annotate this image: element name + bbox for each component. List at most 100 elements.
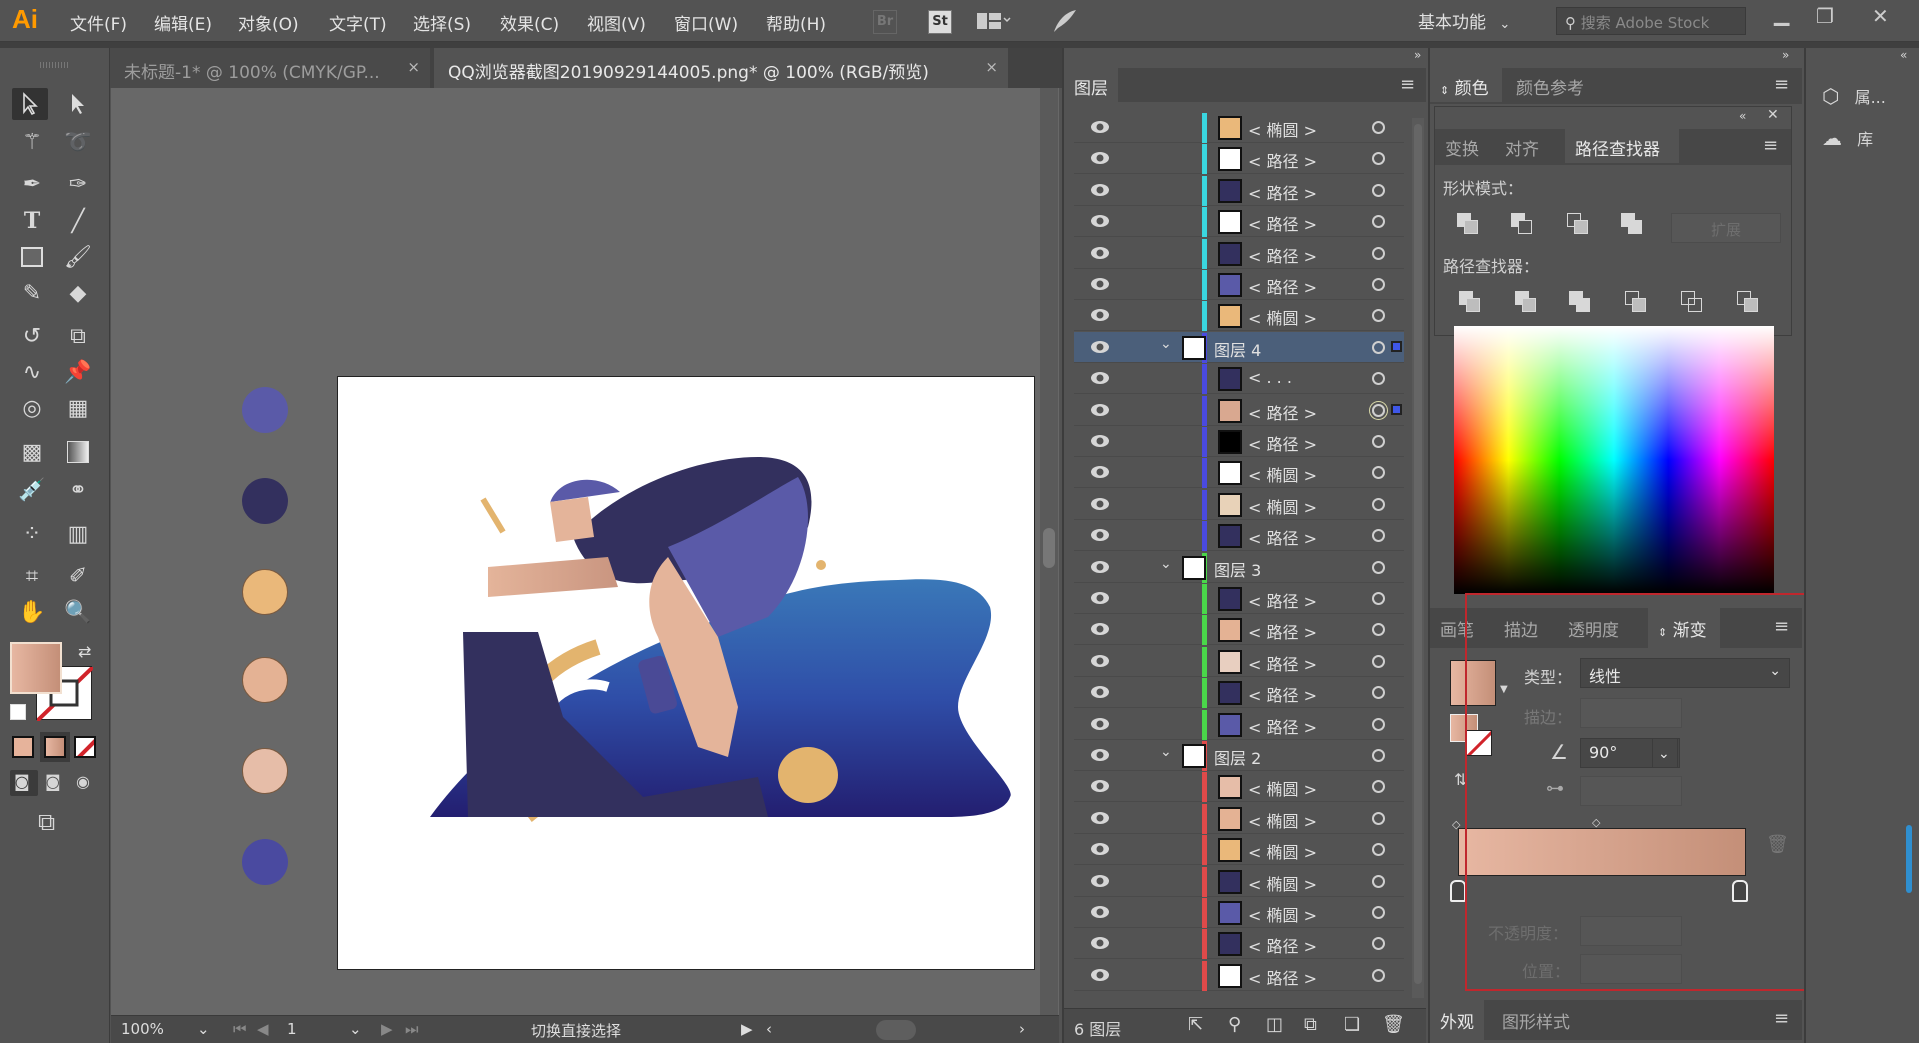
item-name[interactable]: < 椭圆 > [1248, 808, 1317, 832]
mesh-tool-icon[interactable]: ▩ [14, 436, 50, 468]
expand-button[interactable]: 扩展 [1671, 213, 1781, 243]
layer-row[interactable]: ⌄ 图层 2 [1074, 740, 1404, 771]
delete-layer-icon[interactable]: 🗑 [1382, 1014, 1405, 1035]
layer-item-row[interactable]: < 路径 > [1074, 520, 1404, 552]
eyedropper-tool-icon[interactable]: 💉 [14, 474, 50, 506]
target-icon[interactable] [1372, 906, 1385, 919]
item-name[interactable]: < 路径 > [1248, 619, 1317, 643]
target-icon[interactable] [1372, 215, 1385, 229]
swatch-dot[interactable] [242, 748, 288, 794]
layer-item-row[interactable]: < 椭圆 > [1074, 834, 1404, 866]
target-icon[interactable] [1372, 749, 1385, 762]
collapse-panel-icon[interactable]: » [1414, 48, 1421, 62]
visibility-eye-icon[interactable] [1090, 714, 1110, 734]
layer-item-row[interactable]: < 路径 > [1074, 928, 1404, 960]
stock-search-input[interactable]: ⚲ 搜索 Adobe Stock [1556, 7, 1746, 35]
menu-object[interactable]: 对象(O) [238, 10, 299, 35]
menu-help[interactable]: 帮助(H) [766, 10, 826, 35]
visibility-eye-icon[interactable] [1090, 211, 1110, 231]
item-name[interactable]: < 椭圆 > [1248, 462, 1317, 486]
layer-item-row[interactable]: < 椭圆 > [1074, 112, 1404, 143]
item-name[interactable]: < 路径 > [1248, 714, 1317, 738]
screen-mode-icon[interactable]: ⧉ [38, 808, 55, 836]
layer-item-row[interactable]: < 椭圆 > [1074, 897, 1404, 928]
item-name[interactable]: < 椭圆 > [1248, 839, 1317, 863]
menu-select[interactable]: 选择(S) [413, 10, 471, 35]
visibility-eye-icon[interactable] [1090, 368, 1110, 388]
tab-qq-screenshot[interactable]: QQ浏览器截图20190929144005.png* @ 100% (RGB/预… [434, 48, 1008, 88]
make-clipping-mask-icon[interactable]: ◫ [1266, 1014, 1283, 1035]
warp-tool-icon[interactable]: ∿ [14, 356, 50, 388]
status-menu-icon[interactable]: ▶ [741, 1020, 753, 1038]
menu-effect[interactable]: 效果(C) [500, 10, 559, 35]
layer-item-row[interactable]: < 路径 > [1074, 583, 1404, 614]
target-icon[interactable] [1372, 372, 1385, 386]
toolbar-grip[interactable] [40, 62, 70, 68]
dock-item-libraries[interactable]: ☁ 库 [1822, 126, 1914, 156]
draw-inside-icon[interactable]: ◉ [76, 772, 90, 791]
tab-transform[interactable]: 变换 [1435, 129, 1489, 163]
item-name[interactable]: < 路径 > [1248, 180, 1317, 204]
target-icon[interactable] [1372, 780, 1385, 794]
layer-item-row[interactable]: < 路径 > [1074, 395, 1404, 426]
stock-icon[interactable]: St [928, 10, 952, 34]
visibility-eye-icon[interactable] [1090, 462, 1110, 482]
target-icon[interactable] [1372, 592, 1385, 605]
layer-item-row[interactable]: < 椭圆 > [1074, 803, 1404, 834]
fill-swatch[interactable] [10, 642, 62, 694]
target-icon[interactable] [1372, 121, 1385, 134]
scroll-left-icon[interactable]: ‹ [766, 1020, 772, 1038]
item-name[interactable]: < 路径 > [1248, 651, 1317, 675]
layer-item-row[interactable]: < 路径 > [1074, 175, 1404, 206]
visibility-eye-icon[interactable] [1090, 494, 1110, 514]
visibility-eye-icon[interactable] [1090, 337, 1110, 357]
layer-item-row[interactable]: < 路径 > [1074, 269, 1404, 300]
item-name[interactable]: < 椭圆 > [1248, 871, 1317, 895]
lasso-tool-icon[interactable]: ➰ [60, 126, 96, 158]
panel-menu-icon[interactable]: ≡ [1763, 135, 1778, 156]
visibility-eye-icon[interactable] [1090, 148, 1110, 168]
swatch-dot[interactable] [242, 839, 288, 885]
locate-object-icon[interactable]: ⚲ [1228, 1014, 1241, 1035]
dock-scroll-slider[interactable] [1906, 825, 1912, 893]
menu-edit[interactable]: 编辑(E) [154, 10, 212, 35]
outline-icon[interactable] [1681, 291, 1703, 313]
tab-appearance[interactable]: 外观 [1430, 1000, 1484, 1040]
chevron-down-icon[interactable]: ⌄ [1160, 556, 1172, 572]
chevron-down-icon[interactable]: ⌄ [1160, 744, 1172, 760]
target-icon[interactable] [1372, 278, 1385, 291]
shape-builder-tool-icon[interactable]: ◎ [14, 392, 50, 424]
layer-row[interactable]: ⌄ 图层 3 [1074, 552, 1404, 583]
line-tool-icon[interactable]: ╱ [60, 205, 96, 237]
rotate-tool-icon[interactable]: ↺ [14, 320, 50, 352]
selection-indicator[interactable] [1391, 403, 1402, 415]
tab-pathfinder[interactable]: 路径查找器 [1565, 129, 1679, 163]
vertical-scrollbar[interactable] [1040, 88, 1058, 1015]
layer-item-row[interactable]: < 路径 > [1074, 426, 1404, 457]
layer-item-row[interactable]: < 路径 > [1074, 677, 1404, 709]
layer-item-row[interactable]: < 路径 > [1074, 238, 1404, 269]
last-artboard-icon[interactable]: ⏭ [405, 1020, 419, 1038]
paintbrush-tool-icon[interactable]: 🖌 [60, 241, 96, 273]
layer-name[interactable]: 图层 3 [1214, 557, 1261, 581]
target-icon[interactable] [1372, 623, 1385, 637]
intersect-icon[interactable] [1567, 213, 1589, 235]
item-name[interactable]: < 椭圆 > [1248, 305, 1317, 329]
artboard-number[interactable]: 1 [287, 1020, 297, 1038]
draw-behind-icon[interactable]: ◙ [45, 772, 61, 791]
visibility-eye-icon[interactable] [1090, 871, 1110, 891]
unite-icon[interactable] [1457, 213, 1479, 235]
curvature-tool-icon[interactable]: ✑ [60, 168, 96, 200]
panel-menu-icon[interactable]: ≡ [1774, 74, 1789, 95]
visibility-eye-icon[interactable] [1090, 180, 1110, 200]
visibility-eye-icon[interactable] [1090, 525, 1110, 545]
minus-front-icon[interactable] [1511, 213, 1533, 235]
puppet-warp-tool-icon[interactable]: 📌 [60, 356, 96, 388]
zoom-level[interactable]: 100% [121, 1020, 164, 1038]
item-name[interactable]: < 路径 > [1248, 682, 1317, 706]
zoom-dropdown-icon[interactable]: ⌄ [197, 1020, 210, 1038]
panel-menu-icon[interactable]: ≡ [1400, 74, 1415, 95]
horizontal-scroll-thumb[interactable] [876, 1020, 916, 1040]
collapse-panel-icon[interactable]: » [1782, 48, 1789, 62]
pen-tool-icon[interactable]: ✒ [14, 168, 50, 200]
